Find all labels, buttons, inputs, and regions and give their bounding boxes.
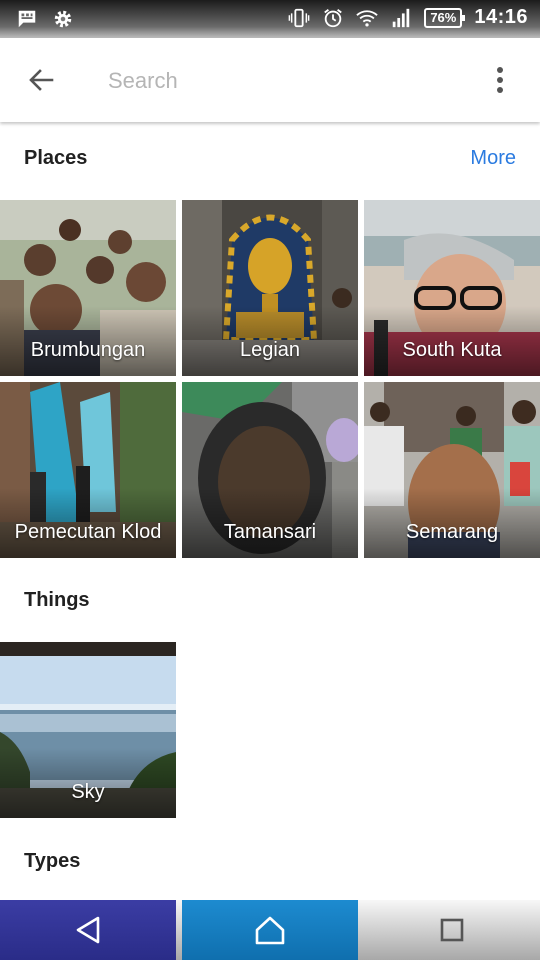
- thing-label: Sky: [71, 781, 105, 803]
- nav-recents-icon: [440, 918, 464, 942]
- things-section-title: Things: [24, 589, 90, 611]
- place-label: Tamansari: [223, 521, 317, 543]
- place-tile-south-kuta[interactable]: South Kuta: [364, 200, 540, 376]
- place-tile-semarang[interactable]: Semarang: [364, 382, 540, 558]
- signal-icon: [393, 8, 410, 27]
- places-section-title: Places: [24, 147, 88, 169]
- places-more-link[interactable]: More: [470, 147, 516, 170]
- battery-indicator: 76%: [424, 7, 466, 28]
- nav-recents-button[interactable]: [364, 900, 540, 960]
- message-icon: [18, 10, 36, 28]
- place-label: Brumbungan: [30, 339, 146, 361]
- place-tile-brumbungan[interactable]: Brumbungan: [0, 200, 176, 376]
- nav-back-icon: [76, 916, 100, 944]
- nav-home-icon: [255, 916, 285, 945]
- types-section-title: Types: [24, 850, 81, 872]
- status-bar: 76% 14:16: [0, 0, 540, 38]
- status-clock: 14:16: [474, 6, 528, 28]
- navigation-bar: [0, 900, 540, 960]
- more-vert-icon[interactable]: [482, 62, 518, 98]
- search-input[interactable]: [106, 60, 450, 102]
- place-tile-pemecutan-klod[interactable]: Pemecutan Klod: [0, 382, 176, 558]
- thing-tile-sky[interactable]: Sky: [0, 642, 176, 818]
- place-label: Pemecutan Klod: [14, 521, 162, 543]
- place-tile-legian[interactable]: Legian: [182, 200, 358, 376]
- vibrate-icon: [288, 8, 310, 27]
- place-label: South Kuta: [402, 339, 502, 361]
- search-toolbar: [0, 38, 540, 122]
- place-label: Legian: [239, 339, 301, 361]
- place-label: Semarang: [405, 521, 499, 543]
- arrow-back-icon[interactable]: [22, 60, 62, 100]
- settings-gear-icon: [54, 10, 72, 28]
- nav-back-button[interactable]: [0, 900, 176, 960]
- alarm-icon: [324, 8, 343, 27]
- nav-home-button[interactable]: [182, 900, 358, 960]
- wifi-icon: [356, 9, 379, 27]
- place-tile-tamansari[interactable]: Tamansari: [182, 382, 358, 558]
